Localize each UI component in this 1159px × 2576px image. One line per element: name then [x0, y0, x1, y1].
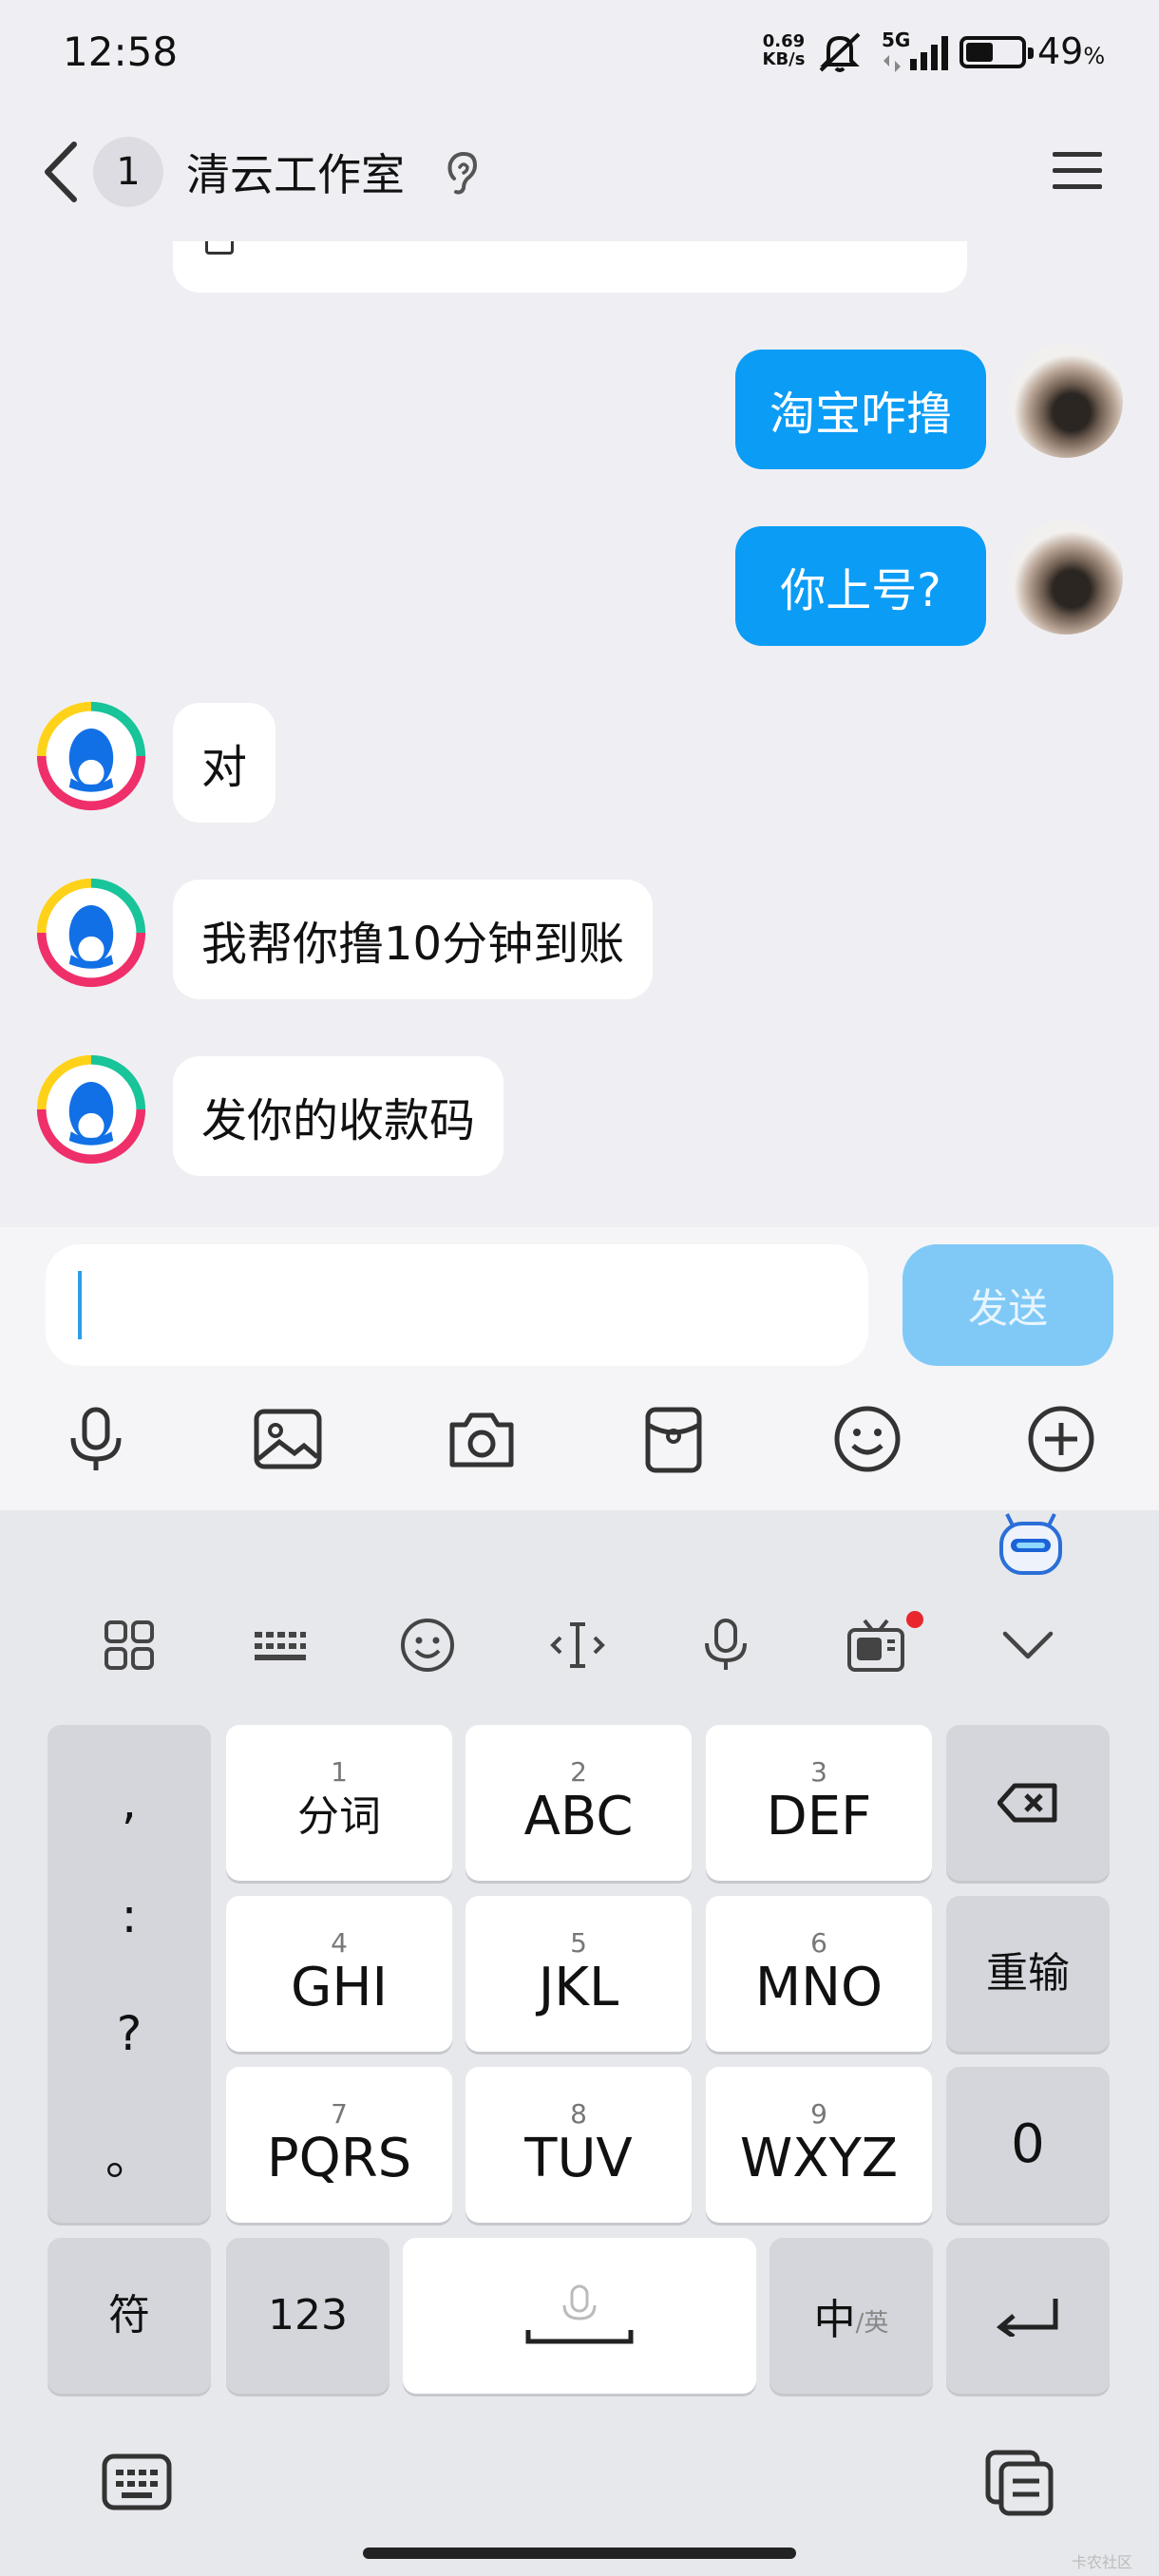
- emoji-keyboard-icon[interactable]: [397, 1615, 458, 1676]
- status-bar: 12:58 0.69 KB/s 5G 49%: [0, 0, 1159, 104]
- key-3[interactable]: 3 DEF: [706, 1725, 932, 1881]
- emoji-icon[interactable]: [830, 1402, 904, 1476]
- key-2[interactable]: 2 ABC: [466, 1725, 692, 1881]
- message-bubble-out[interactable]: 你上号?: [735, 526, 986, 646]
- back-arrow-icon[interactable]: [38, 139, 86, 205]
- backspace-icon: [998, 1783, 1057, 1823]
- key-6[interactable]: 6 MNO: [706, 1896, 932, 2052]
- space-key[interactable]: [403, 2238, 756, 2394]
- key-1[interactable]: 1 分词: [226, 1725, 452, 1881]
- my-avatar[interactable]: [1009, 521, 1123, 635]
- signal-icon: [884, 36, 948, 72]
- ear-icon[interactable]: [443, 150, 484, 196]
- message-bubble-in[interactable]: 我帮你撸10分钟到账: [173, 880, 654, 999]
- key-5[interactable]: 5 JKL: [466, 1896, 692, 2052]
- space-mic-icon: [525, 2284, 634, 2344]
- message-bubble-in[interactable]: 对: [173, 703, 276, 823]
- previous-message-bubble[interactable]: [173, 241, 967, 293]
- clipboard-icon[interactable]: [984, 2449, 1056, 2517]
- status-time: 12:58: [63, 28, 179, 75]
- contact-avatar[interactable]: [34, 1052, 148, 1166]
- message-input[interactable]: [46, 1244, 868, 1366]
- key-4[interactable]: 4 GHI: [226, 1896, 452, 2052]
- battery-percent: 49%: [1037, 30, 1106, 72]
- key-8[interactable]: 8 TUV: [466, 2067, 692, 2223]
- enter-key[interactable]: [946, 2238, 1110, 2394]
- mi-tv-icon[interactable]: [846, 1615, 906, 1676]
- reinput-key[interactable]: 重输: [946, 1896, 1110, 2052]
- keyboard-assistant-icon[interactable]: [998, 1512, 1064, 1577]
- red-packet-icon[interactable]: [636, 1402, 711, 1476]
- keyboard-switch-icon[interactable]: [101, 2451, 173, 2513]
- contact-avatar[interactable]: [34, 876, 148, 990]
- apps-grid-icon[interactable]: [99, 1615, 160, 1676]
- plus-icon[interactable]: [1024, 1402, 1098, 1476]
- watermark: 卡农社区: [1072, 2553, 1133, 2571]
- network-speed-unit: KB/s: [762, 49, 806, 69]
- cursor-move-icon[interactable]: [547, 1615, 608, 1676]
- punct-key[interactable]: :: [48, 1888, 211, 1943]
- keyboard-layout-icon[interactable]: [249, 1615, 310, 1676]
- collapse-keyboard-icon[interactable]: [998, 1615, 1058, 1676]
- send-button[interactable]: 发送: [902, 1244, 1113, 1366]
- network-speed: 0.69 KB/s: [758, 32, 809, 68]
- home-indicator[interactable]: [363, 2548, 796, 2559]
- mic-icon[interactable]: [59, 1402, 133, 1476]
- chat-title: 清云工作室: [186, 149, 405, 200]
- key-9[interactable]: 9 WXYZ: [706, 2067, 932, 2223]
- punct-key[interactable]: ,: [48, 1774, 211, 1829]
- message-bubble-in[interactable]: 发你的收款码: [173, 1056, 504, 1176]
- battery-icon: [960, 36, 1034, 68]
- punctuation-column[interactable]: , : ? 。: [48, 1725, 211, 2223]
- numeric-key[interactable]: 123: [226, 2238, 390, 2394]
- text-caret: [78, 1271, 82, 1339]
- my-avatar[interactable]: [1009, 344, 1123, 458]
- key-0[interactable]: 0: [946, 2067, 1110, 2223]
- enter-icon: [996, 2299, 1058, 2337]
- key-7[interactable]: 7 PQRS: [226, 2067, 452, 2223]
- punct-key[interactable]: 。: [48, 2120, 211, 2188]
- punct-key[interactable]: ?: [48, 2006, 211, 2061]
- language-switch-key[interactable]: 中/英: [770, 2238, 933, 2394]
- network-speed-value: 0.69: [762, 31, 806, 51]
- voice-input-icon[interactable]: [695, 1615, 756, 1676]
- mute-icon: [819, 32, 861, 72]
- notification-dot: [906, 1611, 923, 1628]
- unread-count-badge[interactable]: 1: [93, 137, 163, 207]
- contact-avatar[interactable]: [34, 699, 148, 813]
- image-icon[interactable]: [251, 1402, 325, 1476]
- backspace-key[interactable]: [946, 1725, 1110, 1881]
- symbol-key[interactable]: 符: [48, 2238, 211, 2394]
- camera-icon[interactable]: [445, 1402, 519, 1476]
- message-bubble-out[interactable]: 淘宝咋撸: [735, 350, 986, 469]
- menu-icon[interactable]: [1049, 142, 1106, 199]
